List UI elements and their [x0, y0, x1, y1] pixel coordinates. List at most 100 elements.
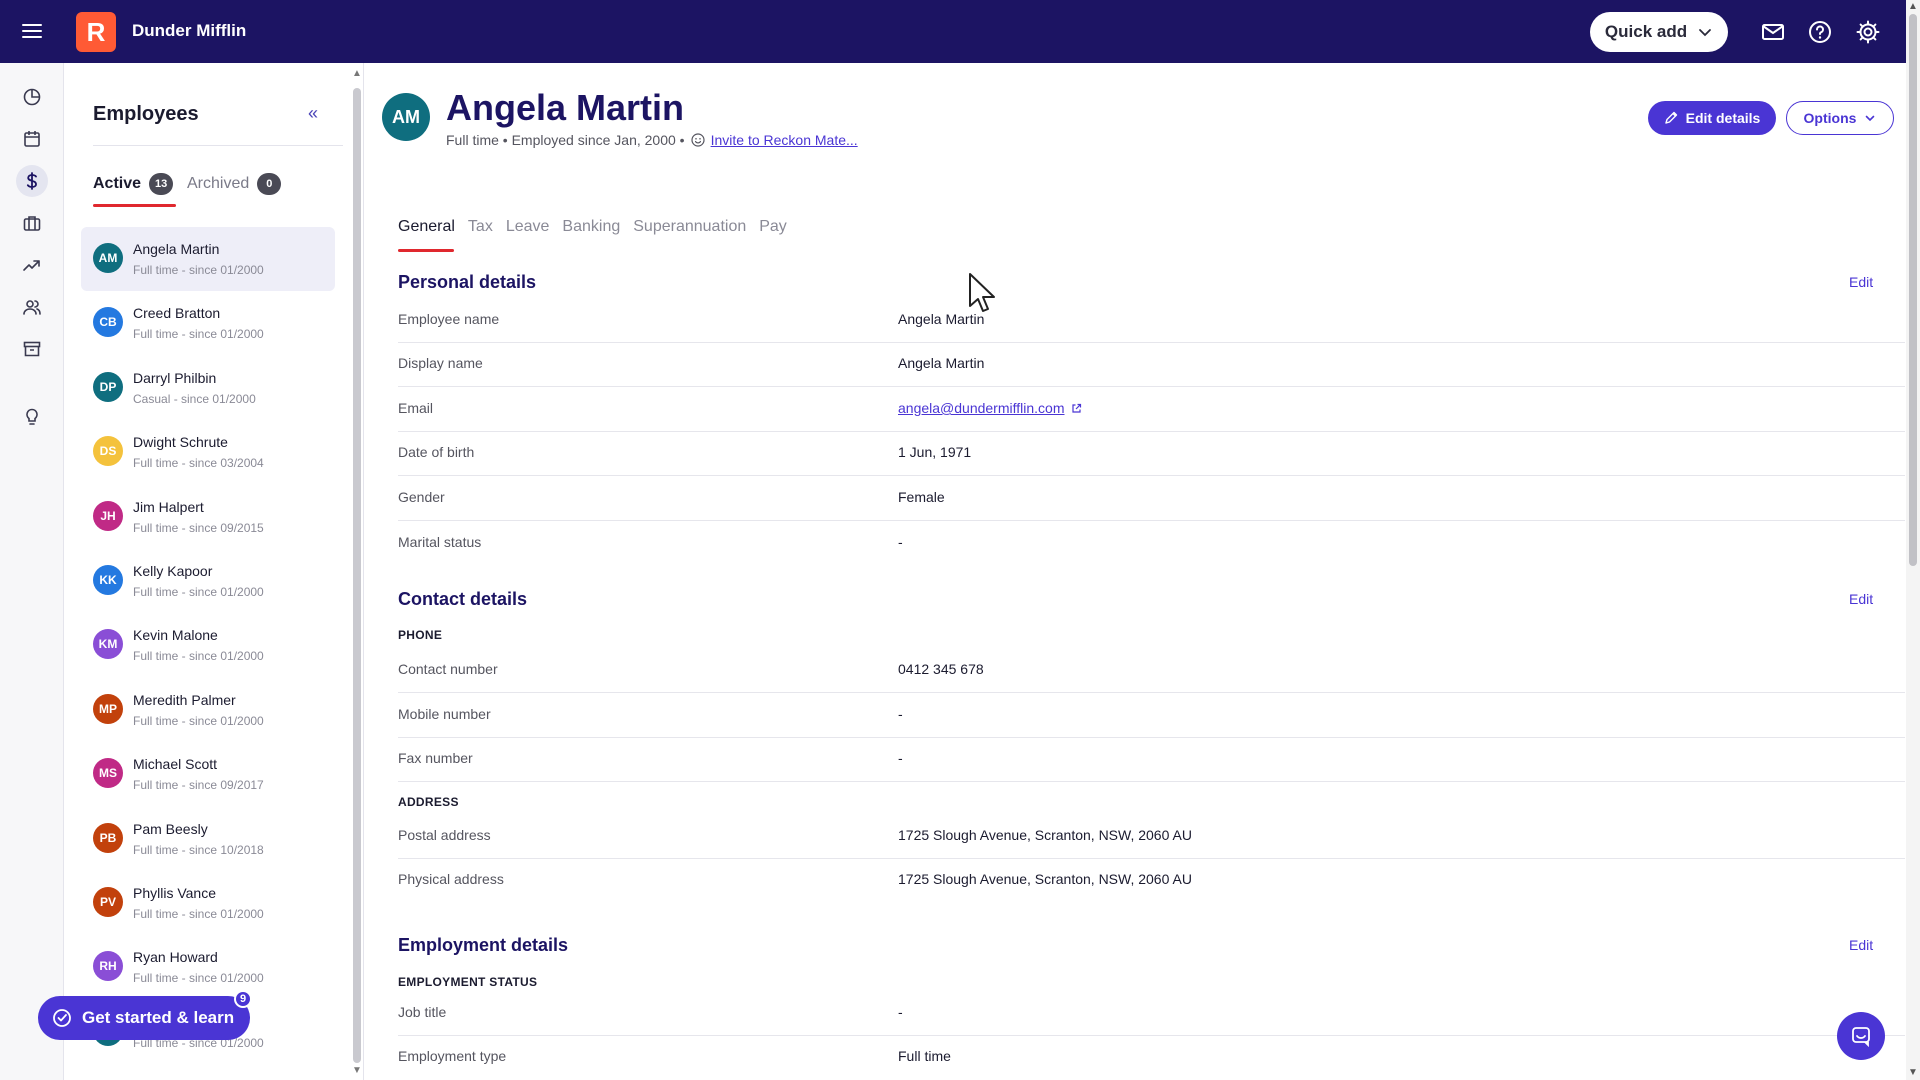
detail-row: Marital status -: [398, 522, 1905, 566]
employee-list-item[interactable]: JH Jim Halpert Full time - since 09/2015: [81, 485, 335, 549]
get-started-button[interactable]: Get started & learn: [38, 996, 250, 1040]
employee-summary: Full time • Employed since Jan, 2000 • I…: [446, 132, 858, 148]
menu-icon[interactable]: [20, 19, 44, 43]
options-label: Options: [1803, 110, 1857, 126]
avatar: KK: [93, 564, 123, 595]
address-heading: ADDRESS: [398, 795, 459, 809]
employee-status: Full time - since 09/2017: [133, 778, 264, 793]
row-label: Gender: [398, 489, 445, 505]
avatar: PB: [93, 822, 123, 853]
employee-list-item[interactable]: KM Kevin Malone Full time - since 01/2000: [81, 613, 335, 677]
detail-row: Gender Female: [398, 477, 1905, 521]
employee-status: Full time - since 01/2000: [133, 906, 264, 921]
scroll-down-icon[interactable]: ▼: [1908, 1067, 1918, 1078]
trend-icon[interactable]: [16, 249, 48, 281]
app-logo[interactable]: R: [76, 12, 116, 52]
pencil-icon: [1664, 111, 1678, 125]
mail-icon[interactable]: [1760, 19, 1786, 45]
detail-row: Physical address 1725 Slough Avenue, Scr…: [398, 859, 1905, 903]
scroll-up-icon[interactable]: ▲: [1908, 1, 1918, 12]
options-button[interactable]: Options: [1786, 101, 1894, 135]
employee-list-item[interactable]: RH Ryan Howard Full time - since 01/2000: [81, 935, 335, 999]
row-label: Email: [398, 400, 434, 416]
avatar: RH: [93, 951, 123, 982]
employee-list-scrollbar[interactable]: ▲ ▼: [352, 68, 362, 1076]
page-scrollbar[interactable]: ▲ ▼: [1906, 0, 1920, 1080]
row-label: Date of birth: [398, 444, 475, 460]
quick-add-button[interactable]: Quick add: [1590, 12, 1728, 52]
dollar-icon[interactable]: [16, 165, 48, 197]
contact-details-edit-link[interactable]: Edit: [1849, 591, 1873, 607]
detail-row: Contact number 0412 345 678: [398, 649, 1905, 693]
tab-leave[interactable]: Leave: [506, 218, 550, 236]
employee-list-item[interactable]: MP Meredith Palmer Full time - since 01/20…: [81, 678, 335, 742]
archive-icon[interactable]: [16, 333, 48, 365]
employee-list-item[interactable]: DP Darryl Philbin Casual - since 01/2000: [81, 356, 335, 420]
employee-list-item[interactable]: PB Pam Beesly Full time - since 10/2018: [81, 807, 335, 871]
employee-list-item[interactable]: DS Dwight Schrute Full time - since 03/200…: [81, 420, 335, 484]
avatar: JH: [93, 500, 123, 531]
employee-list-item[interactable]: MS Michael Scott Full time - since 09/2017: [81, 742, 335, 806]
employee-list-item[interactable]: AM Angela Martin Full time - since 01/2000: [81, 227, 335, 292]
invite-link[interactable]: Invite to Reckon Mate...: [711, 132, 858, 148]
tab-active[interactable]: Active 13: [93, 173, 174, 195]
settings-icon[interactable]: [1855, 19, 1881, 45]
lightbulb-icon[interactable]: [16, 401, 48, 433]
active-count-badge: 13: [149, 173, 174, 195]
calendar-icon[interactable]: [16, 123, 48, 155]
tab-general[interactable]: General: [398, 218, 455, 236]
row-value: 1725 Slough Avenue, Scranton, NSW, 2060 …: [898, 827, 1192, 843]
employee-status: Full time - since 09/2015: [133, 520, 264, 535]
row-value: -: [898, 750, 903, 766]
row-label: Employment type: [398, 1048, 507, 1064]
avatar: DS: [93, 436, 123, 467]
employment-summary: Full time • Employed since Jan, 2000 •: [446, 132, 685, 148]
help-icon[interactable]: [1807, 19, 1833, 45]
employee-list-item[interactable]: KK Kelly Kapoor Full time - since 01/2000: [81, 549, 335, 613]
row-value: Full time: [898, 1048, 951, 1064]
archived-count-badge: 0: [257, 173, 282, 195]
chat-icon[interactable]: [1837, 1012, 1885, 1060]
collapse-panel-icon[interactable]: «: [308, 103, 318, 124]
scrollbar-thumb[interactable]: [353, 88, 361, 1063]
employee-name: Dwight Schrute: [133, 434, 228, 451]
people-icon[interactable]: [16, 291, 48, 323]
employment-details-edit-link[interactable]: Edit: [1849, 937, 1873, 953]
detail-row: Display name Angela Martin: [398, 343, 1905, 387]
detail-row: Employment type Full time: [398, 1036, 1905, 1080]
row-label: Postal address: [398, 827, 491, 843]
employee-status: Full time - since 01/2000: [133, 327, 264, 342]
tab-pay[interactable]: Pay: [759, 218, 787, 236]
employee-status: Full time - since 01/2000: [133, 971, 264, 986]
company-name[interactable]: Dunder Mifflin: [132, 21, 246, 41]
employee-list-item[interactable]: PV Phyllis Vance Full time - since 01/2000: [81, 871, 335, 935]
personal-details-edit-link[interactable]: Edit: [1849, 274, 1873, 290]
employee-name: Creed Bratton: [133, 305, 221, 322]
detail-row: Mobile number -: [398, 694, 1905, 738]
employee-status: Full time - since 01/2000: [133, 263, 264, 277]
tab-superannuation[interactable]: Superannuation: [633, 218, 746, 236]
email-link[interactable]: angela@dundermifflin.com: [898, 400, 1082, 416]
tab-banking[interactable]: Banking: [562, 218, 620, 236]
tab-tax[interactable]: Tax: [468, 218, 493, 236]
row-value: -: [898, 534, 903, 550]
dashboard-icon[interactable]: [16, 81, 48, 113]
chevron-down-icon: [1864, 112, 1876, 124]
row-label: Marital status: [398, 534, 482, 550]
detail-row: Email angela@dundermifflin.com: [398, 388, 1905, 432]
avatar: KM: [93, 629, 123, 660]
employee-list-item[interactable]: CB Creed Bratton Full time - since 01/2000: [81, 291, 335, 355]
scroll-down-icon[interactable]: ▼: [352, 1065, 362, 1076]
notification-badge: 9: [234, 990, 252, 1008]
row-label: Physical address: [398, 871, 504, 887]
briefcase-icon[interactable]: [16, 207, 48, 239]
scrollbar-thumb[interactable]: [1909, 14, 1917, 566]
employee-status: Full time - since 01/2000: [133, 649, 264, 664]
scroll-up-icon[interactable]: ▲: [352, 68, 362, 79]
row-value: 1725 Slough Avenue, Scranton, NSW, 2060 …: [898, 871, 1192, 887]
row-value: 0412 345 678: [898, 661, 984, 677]
row-label: Mobile number: [398, 706, 491, 722]
edit-details-button[interactable]: Edit details: [1648, 101, 1776, 135]
tab-archived[interactable]: Archived 0: [187, 173, 282, 195]
row-label: Employee name: [398, 311, 500, 327]
